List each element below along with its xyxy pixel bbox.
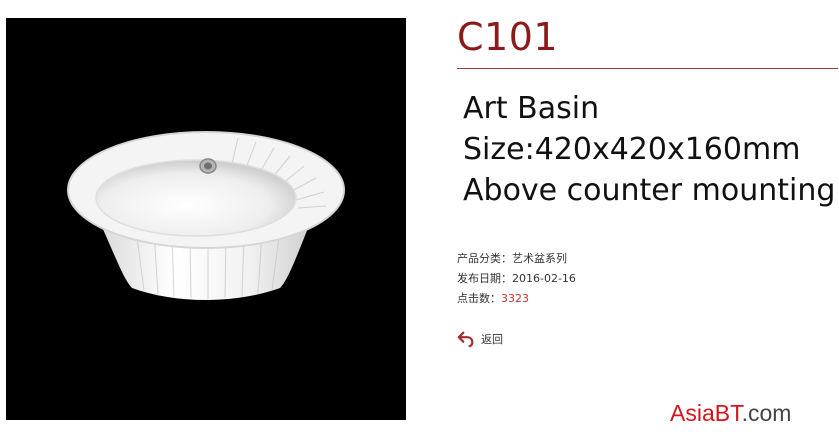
back-link[interactable]: 返回 [457,329,503,349]
product-size: Size:420x420x160mm [463,132,801,167]
product-meta: 产品分类：艺术盆系列 发布日期：2016-02-16 点击数：3323 [457,249,576,309]
site-watermark: AsiaBT.com [670,398,791,428]
back-label: 返回 [481,333,503,346]
title-divider [457,68,838,69]
product-mounting: Above counter mounting [463,173,836,208]
meta-hits-value: 3323 [501,292,529,305]
meta-date: 发布日期：2016-02-16 [457,269,576,289]
meta-category-value: 艺术盆系列 [512,252,567,265]
product-image [6,18,406,420]
product-code: C101 [457,15,559,59]
watermark-suffix: .com [741,400,792,426]
meta-date-label: 发布日期： [457,272,512,285]
product-name: Art Basin [463,91,600,126]
back-arrow-icon [457,331,474,348]
watermark-brand: AsiaBT [670,400,742,426]
meta-category-label: 产品分类： [457,252,512,265]
meta-category: 产品分类：艺术盆系列 [457,249,576,269]
product-description: Art Basin Size:420x420x160mm Above count… [463,88,839,211]
meta-hits: 点击数：3323 [457,289,576,309]
meta-hits-label: 点击数： [457,292,501,305]
meta-date-value: 2016-02-16 [512,272,576,285]
